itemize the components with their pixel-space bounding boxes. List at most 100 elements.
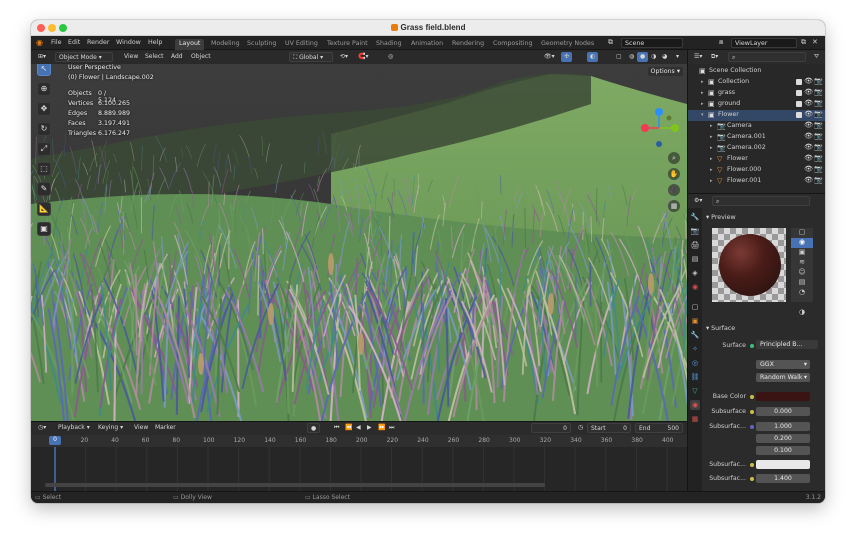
tool-tab-icon[interactable]: 🔧 (690, 212, 700, 222)
menu-keying[interactable]: Keying ▾ (95, 423, 126, 433)
modifier-tab-icon[interactable]: 🔧 (690, 330, 700, 340)
physics-tab-icon[interactable]: ◎ (690, 358, 700, 368)
particles-tab-icon[interactable]: ✧ (690, 344, 700, 354)
distribution-dropdown[interactable]: GGX ▾ (756, 360, 810, 369)
visibility-icon[interactable]: 👁▾ (541, 52, 558, 62)
include-checkbox[interactable] (796, 112, 802, 118)
menu-render[interactable]: Render (87, 39, 109, 46)
current-frame-field[interactable]: 0 (531, 423, 571, 433)
timeline-editor-type-icon[interactable]: ◷▾ (35, 423, 49, 433)
cursor-icon[interactable]: ↖ (37, 64, 51, 76)
expand-icon[interactable]: ▸ (710, 145, 713, 151)
render-camera-icon[interactable]: 📷 (814, 176, 823, 184)
gizmo-y-axis[interactable] (671, 124, 679, 132)
constraints-tab-icon[interactable]: ⛓ (690, 372, 700, 382)
visibility-eye-icon[interactable]: 👁 (804, 132, 813, 140)
visibility-eye-icon[interactable]: 👁 (804, 99, 813, 107)
expand-icon[interactable]: ▸ (710, 123, 713, 129)
value-field[interactable]: 1.000 (756, 422, 810, 431)
rotate-icon[interactable]: ↻ (37, 122, 51, 136)
camera-view-icon[interactable]: 🎥 (668, 184, 680, 196)
outliner-row[interactable]: ▸ ▽ Flower.000 👁 📷 (688, 165, 825, 176)
render-camera-icon[interactable]: 📷 (814, 165, 823, 173)
pivot-icon[interactable]: ⟲▾ (337, 52, 351, 62)
render-tab-icon[interactable]: 📷 (690, 226, 700, 236)
menu-select[interactable]: Select (142, 52, 167, 62)
expand-icon[interactable]: ▸ (701, 90, 704, 96)
shading-material-icon[interactable]: ◑ (648, 52, 659, 62)
visibility-eye-icon[interactable]: 👁 (804, 121, 813, 129)
timeline-scrollbar[interactable] (45, 483, 545, 487)
value-field[interactable] (756, 460, 810, 469)
menu-view[interactable]: View (121, 52, 141, 62)
overlay-toggle-icon[interactable]: ◐ (587, 52, 599, 62)
value-field[interactable] (756, 392, 810, 401)
outliner-row[interactable]: ▸ ▣ ground 👁 📷 (688, 99, 825, 110)
timeline-grid[interactable] (31, 447, 687, 492)
editor-type-icon[interactable]: ⊞▾ (35, 52, 49, 62)
shading-rendered-icon[interactable]: ◕ (659, 52, 670, 62)
outliner-row[interactable]: ▸ 📷 Camera.002 👁 📷 (688, 143, 825, 154)
frame-ruler[interactable]: 0 20 40 60 80 100 120 140 160 180 200 220 240 260 280… (31, 435, 687, 447)
xray-toggle-icon[interactable]: ▢ (613, 52, 625, 62)
tab-modeling[interactable]: Modeling (207, 39, 244, 50)
play-icon[interactable]: ▶ (364, 423, 375, 433)
mode-dropdown[interactable]: Object Mode ▾ (55, 52, 113, 62)
display-mode-icon[interactable]: ⧉▾ (708, 52, 721, 62)
record-button[interactable]: ● (307, 423, 321, 433)
blender-logo-icon[interactable]: ◉ (36, 38, 43, 47)
preview-hair-icon[interactable]: ≋ (791, 258, 813, 268)
expand-icon[interactable]: ▸ (710, 167, 713, 173)
play-reverse-icon[interactable]: ◀ (353, 423, 364, 433)
tab-animation[interactable]: Animation (407, 39, 447, 50)
preview-cube-icon[interactable]: ▣ (791, 248, 813, 258)
pan-hand-icon[interactable]: ✋ (668, 168, 680, 180)
object-tab-icon[interactable]: ▣ (690, 316, 700, 326)
scene-icon[interactable]: ⧉ (608, 38, 613, 47)
subsurface-method-dropdown[interactable]: Random Walk ▾ (756, 373, 810, 382)
visibility-eye-icon[interactable]: 👁 (804, 154, 813, 162)
visibility-eye-icon[interactable]: 👁 (804, 77, 813, 85)
output-tab-icon[interactable]: 🖨 (690, 240, 700, 250)
include-checkbox[interactable] (796, 79, 802, 85)
menu-object[interactable]: Object (188, 52, 214, 62)
ortho-toggle-icon[interactable]: ▦ (668, 200, 680, 212)
menu-marker[interactable]: Marker (152, 423, 179, 433)
visibility-eye-icon[interactable]: 👁 (804, 165, 813, 173)
properties-search-input[interactable]: ⌕ (712, 196, 810, 206)
visibility-eye-icon[interactable]: 👁 (804, 88, 813, 96)
outliner-row[interactable]: ▸ ▣ Collection 👁 📷 (688, 77, 825, 88)
scene-selector[interactable]: Scene (621, 38, 683, 48)
orientation-dropdown[interactable]: ⛶ Global ▾ (289, 52, 333, 62)
data-tab-icon[interactable]: ▽ (690, 386, 700, 396)
gizmo-z-axis[interactable] (655, 108, 663, 116)
shading-wireframe-icon[interactable]: ◍ (626, 52, 637, 62)
preview-sky-icon[interactable]: ◔ (791, 288, 813, 298)
outliner-editor-type-icon[interactable]: ☰▾ (691, 52, 705, 62)
gizmo-toggle-icon[interactable]: ✣ (561, 52, 573, 62)
select-icon[interactable]: ⊕ (37, 82, 51, 96)
value-field[interactable]: 0.100 (756, 446, 810, 455)
outliner-row[interactable]: ▸ 📷 Camera.001 👁 📷 (688, 132, 825, 143)
outliner-row[interactable]: ▸ ▽ Flower 👁 📷 (688, 154, 825, 165)
value-field[interactable]: 1.400 (756, 474, 810, 483)
move-icon[interactable]: ✥ (37, 102, 51, 116)
preview-panel-header[interactable]: ▾ Preview (706, 214, 822, 225)
world-tab-icon[interactable]: ◉ (690, 282, 700, 292)
render-camera-icon[interactable]: 📷 (814, 132, 823, 140)
outliner-row[interactable]: ▸ ▣ grass 👁 📷 (688, 88, 825, 99)
render-camera-icon[interactable]: 📷 (814, 99, 823, 107)
material-tab-icon[interactable]: ◉ (690, 400, 700, 410)
preview-flat-icon[interactable]: ▢ (791, 228, 813, 238)
new-view-layer-icon[interactable]: ⧉ (801, 38, 806, 47)
tab-uv-editing[interactable]: UV Editing (281, 39, 322, 50)
filter-icon[interactable]: ⛛ (811, 52, 822, 62)
measure-icon[interactable]: 📐 (37, 202, 51, 216)
preview-world-icon[interactable]: ◑ (796, 308, 808, 318)
navigation-gizmo[interactable] (635, 104, 683, 152)
tab-compositing[interactable]: Compositing (489, 39, 536, 50)
tab-rendering[interactable]: Rendering (448, 39, 488, 50)
gizmo-x-axis[interactable] (641, 124, 649, 132)
render-camera-icon[interactable]: 📷 (814, 121, 823, 129)
render-camera-icon[interactable]: 📷 (814, 77, 823, 85)
